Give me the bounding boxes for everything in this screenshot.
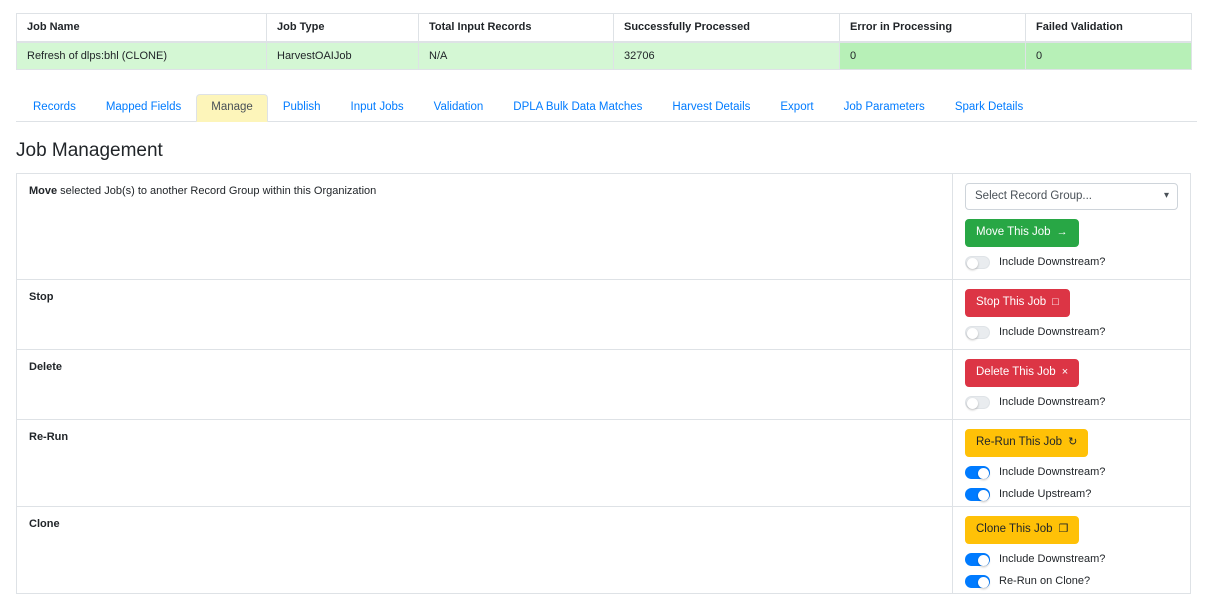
record-group-select-wrapper: Select Record Group... ▾ xyxy=(965,182,1178,210)
clone-rerun-on-clone-toggle[interactable] xyxy=(965,575,990,589)
stop-actions: Stop This Job □ Include Downstream? xyxy=(952,279,1190,349)
toggle-knob xyxy=(967,398,978,410)
tab-export[interactable]: Export xyxy=(765,94,828,123)
move-this-job-button[interactable]: Move This Job → xyxy=(965,218,1079,248)
stop-square-icon: □ xyxy=(1052,296,1059,309)
manage-section-rerun: Re-Run Re-Run This Job ↻ Include Downstr… xyxy=(17,419,1190,507)
job-detail-tabs: Records Mapped Fields Manage Publish Inp… xyxy=(16,93,1197,123)
stop-include-downstream-label: Include Downstream? xyxy=(999,326,1106,339)
column-header-job-type: Job Type xyxy=(266,13,419,43)
stop-include-downstream-toggle[interactable] xyxy=(965,326,990,340)
cell-successfully-processed: 32706 xyxy=(613,41,840,70)
stop-include-downstream-row: Include Downstream? xyxy=(965,326,1178,340)
page-title: Job Management xyxy=(16,140,163,161)
rerun-include-downstream-toggle[interactable] xyxy=(965,466,990,480)
rerun-include-upstream-toggle[interactable] xyxy=(965,488,990,502)
delete-this-job-button[interactable]: Delete This Job × xyxy=(965,358,1080,388)
stop-this-job-button[interactable]: Stop This Job □ xyxy=(965,288,1070,318)
tab-spark-details[interactable]: Spark Details xyxy=(940,94,1038,123)
rerun-actions: Re-Run This Job ↻ Include Downstream? In… xyxy=(952,419,1190,506)
tab-dpla-bulk-data-matches[interactable]: DPLA Bulk Data Matches xyxy=(498,94,657,123)
stop-description: Stop xyxy=(17,280,952,349)
move-include-downstream-label: Include Downstream? xyxy=(999,256,1106,269)
rerun-label: Re-Run xyxy=(29,430,69,443)
delete-include-downstream-label: Include Downstream? xyxy=(999,396,1106,409)
cell-total-input-records: N/A xyxy=(418,41,614,70)
arrow-right-icon: → xyxy=(1056,226,1068,239)
column-header-total-input-records: Total Input Records xyxy=(418,13,614,43)
table-header-row: Job Name Job Type Total Input Records Su… xyxy=(16,13,1192,43)
toggle-knob xyxy=(978,468,989,480)
column-header-error-in-processing: Error in Processing xyxy=(839,13,1026,43)
record-group-select[interactable]: Select Record Group... xyxy=(965,182,1178,210)
tab-mapped-fields[interactable]: Mapped Fields xyxy=(91,94,196,123)
move-this-job-button-label: Move This Job xyxy=(976,225,1051,238)
tab-records[interactable]: Records xyxy=(18,94,91,123)
tab-manage[interactable]: Manage xyxy=(196,93,268,122)
copy-icon: ❐ xyxy=(1058,523,1069,536)
delete-include-downstream-toggle[interactable] xyxy=(965,396,990,410)
cell-job-name: Refresh of dlps:bhl (CLONE) xyxy=(16,41,267,70)
clone-this-job-button-label: Clone This Job xyxy=(976,522,1053,535)
stop-this-job-button-label: Stop This Job xyxy=(976,295,1047,308)
delete-description: Delete xyxy=(17,350,952,419)
clone-description: Clone xyxy=(17,507,952,593)
clone-rerun-on-clone-row: Re-Run on Clone? xyxy=(965,575,1178,589)
delete-include-downstream-row: Include Downstream? xyxy=(965,396,1178,410)
rerun-include-downstream-label: Include Downstream? xyxy=(999,466,1106,479)
table-row: Refresh of dlps:bhl (CLONE) HarvestOAIJo… xyxy=(16,41,1192,70)
move-include-downstream-row: Include Downstream? xyxy=(965,256,1178,270)
toggle-knob xyxy=(967,258,978,270)
clone-rerun-on-clone-label: Re-Run on Clone? xyxy=(999,575,1091,588)
tab-publish[interactable]: Publish xyxy=(268,94,336,123)
manage-section-stop: Stop Stop This Job □ Include Downstream? xyxy=(17,279,1190,350)
manage-section-delete: Delete Delete This Job × Include Downstr… xyxy=(17,349,1190,420)
clone-this-job-button[interactable]: Clone This Job ❐ xyxy=(965,515,1080,545)
cell-job-type: HarvestOAIJob xyxy=(266,41,419,70)
job-summary-table: Job Name Job Type Total Input Records Su… xyxy=(16,13,1192,70)
rerun-include-upstream-label: Include Upstream? xyxy=(999,488,1092,501)
tab-job-parameters[interactable]: Job Parameters xyxy=(829,94,940,123)
delete-this-job-button-label: Delete This Job xyxy=(976,365,1056,378)
rerun-this-job-button-label: Re-Run This Job xyxy=(976,435,1063,448)
move-actions: Select Record Group... ▾ Move This Job →… xyxy=(952,173,1190,279)
toggle-knob xyxy=(978,490,989,502)
job-management-panel: Move selected Job(s) to another Record G… xyxy=(16,172,1191,594)
clone-include-downstream-label: Include Downstream? xyxy=(999,553,1106,566)
cell-failed-validation: 0 xyxy=(1025,41,1192,70)
clone-label: Clone xyxy=(29,517,60,530)
toggle-knob xyxy=(967,328,978,340)
tab-harvest-details[interactable]: Harvest Details xyxy=(657,94,765,123)
job-summary-table-body: Refresh of dlps:bhl (CLONE) HarvestOAIJo… xyxy=(16,41,1192,70)
clone-include-downstream-toggle[interactable] xyxy=(965,553,990,567)
move-description-strong: Move xyxy=(29,184,58,197)
column-header-failed-validation: Failed Validation xyxy=(1025,13,1192,43)
close-icon: × xyxy=(1061,366,1069,379)
delete-actions: Delete This Job × Include Downstream? xyxy=(952,349,1190,419)
tab-validation[interactable]: Validation xyxy=(419,94,499,123)
clone-include-downstream-row: Include Downstream? xyxy=(965,553,1178,567)
tab-input-jobs[interactable]: Input Jobs xyxy=(336,94,419,123)
cell-error-in-processing: 0 xyxy=(839,41,1026,70)
toggle-knob xyxy=(978,577,989,589)
move-description: Move selected Job(s) to another Record G… xyxy=(17,174,952,279)
page-root: Job Name Job Type Total Input Records Su… xyxy=(0,13,1213,600)
refresh-icon: ↻ xyxy=(1068,436,1078,449)
rerun-this-job-button[interactable]: Re-Run This Job ↻ xyxy=(965,428,1089,458)
rerun-include-upstream-row: Include Upstream? xyxy=(965,488,1178,502)
clone-actions: Clone This Job ❐ Include Downstream? Re-… xyxy=(952,506,1190,593)
column-header-job-name: Job Name xyxy=(16,13,267,43)
rerun-description: Re-Run xyxy=(17,420,952,506)
toggle-knob xyxy=(978,555,989,567)
move-include-downstream-toggle[interactable] xyxy=(965,256,990,270)
move-description-rest: selected Job(s) to another Record Group … xyxy=(57,184,377,197)
job-summary-table-head: Job Name Job Type Total Input Records Su… xyxy=(16,13,1192,43)
manage-section-clone: Clone Clone This Job ❐ Include Downstrea… xyxy=(17,506,1190,593)
delete-label: Delete xyxy=(29,360,63,373)
column-header-successfully-processed: Successfully Processed xyxy=(613,13,840,43)
manage-section-move: Move selected Job(s) to another Record G… xyxy=(17,173,1190,280)
stop-label: Stop xyxy=(29,290,54,303)
rerun-include-downstream-row: Include Downstream? xyxy=(965,466,1178,480)
